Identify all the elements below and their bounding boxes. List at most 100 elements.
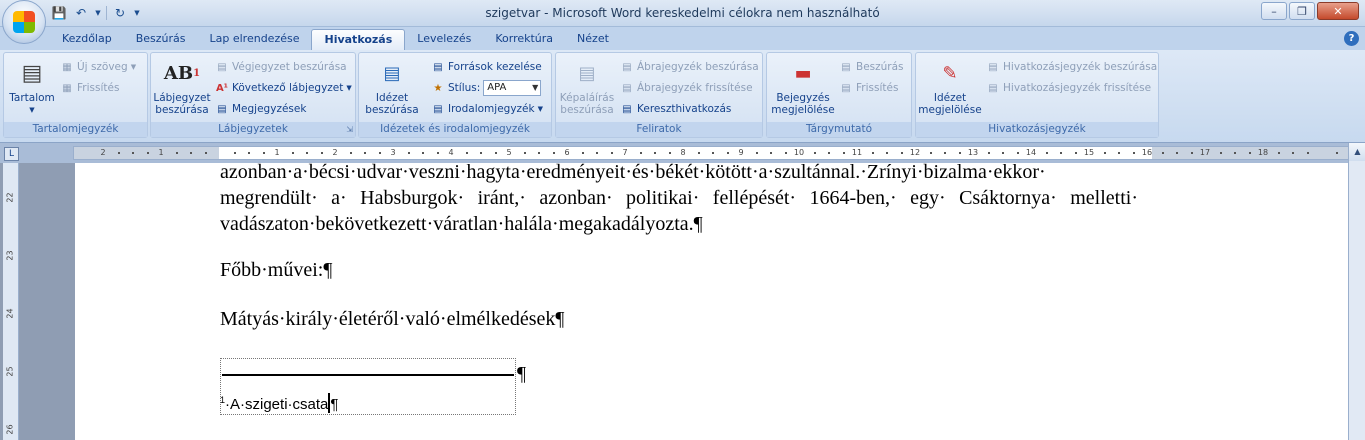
bejegyzes-megjelolese-button[interactable]: ▬ Bejegyzés megjelölése <box>770 59 836 117</box>
ruler-tick <box>929 152 932 154</box>
bibliography-icon: ▤ <box>433 103 443 115</box>
footnote-separator <box>222 374 514 376</box>
kepalairas-label-2: beszúrása <box>560 104 614 116</box>
tab-kezdolap[interactable]: Kezdőlap <box>50 29 124 50</box>
tab-levelezes[interactable]: Levelezés <box>405 29 483 50</box>
ruler-label: 6 <box>564 148 570 157</box>
vegjegyzet-beszurasa-button[interactable]: ▤ Végjegyzet beszúrása <box>215 58 346 76</box>
ruler-tick <box>1161 152 1164 154</box>
abrajegyzek-beszurasa-button[interactable]: ▤ Ábrajegyzék beszúrása <box>620 58 759 76</box>
idezet-label-1: Idézet <box>375 92 409 104</box>
tab-nezet[interactable]: Nézet <box>565 29 621 50</box>
ruler-tick <box>668 152 671 154</box>
ruler-tick <box>422 152 424 154</box>
close-button[interactable]: ✕ <box>1317 2 1359 20</box>
ruler-tick <box>1002 152 1004 154</box>
tab-lap-elrendezese[interactable]: Lap elrendezése <box>198 29 312 50</box>
mark-citation-icon: ✎ <box>942 63 958 84</box>
ruler-tick <box>610 152 613 154</box>
ruler-label: 11 <box>851 148 863 157</box>
work-title-1-text: Mátyás·király·életéről·való·elmélkedések <box>220 308 556 330</box>
hivatkozasjegyzek-frissitese-label: Hivatkozásjegyzék frissítése <box>1003 82 1152 94</box>
ruler-tick <box>770 152 772 154</box>
ruler-tick <box>944 152 946 154</box>
ruler-label: 4 <box>448 148 454 157</box>
index-beszuras-button[interactable]: ▤ Beszúrás <box>839 58 903 76</box>
ruler-tick <box>320 152 323 154</box>
footnote-content: ·A·szigeti·csata <box>225 396 329 413</box>
group-title-feliratok: Feliratok <box>556 122 762 137</box>
hivatkozasjegyzek-frissitese-button[interactable]: ▤ Hivatkozásjegyzék frissítése <box>986 79 1151 97</box>
ruler-tick <box>494 152 497 154</box>
ruler-tick <box>1219 152 1222 154</box>
scroll-up-arrow-icon[interactable]: ▲ <box>1349 143 1365 161</box>
office-logo-icon <box>13 11 35 33</box>
ruler-label: 2 <box>332 148 338 157</box>
abrajegyzek-frissitese-label: Ábrajegyzék frissítése <box>637 82 753 94</box>
abrajegyzek-beszurasa-label: Ábrajegyzék beszúrása <box>637 61 759 73</box>
ruler-label: 14 <box>1025 148 1037 157</box>
stilus-select[interactable]: APA ▼ <box>483 80 542 96</box>
ruler-label: 12 <box>909 148 921 157</box>
group-hivatkozasjegyzek: ✎ Idézet megjelölése ▤ Hivatkozásjegyzék… <box>915 52 1159 138</box>
style-icon: ★ <box>433 82 443 94</box>
minimize-button[interactable]: – <box>1261 2 1287 20</box>
megjegyzesek-label: Megjegyzések <box>232 103 307 115</box>
vertical-scrollbar[interactable]: ▲ <box>1348 143 1365 440</box>
ruler-tick <box>1176 152 1178 154</box>
forrasok-kezelese-button[interactable]: ▤ Források kezelése <box>431 58 541 76</box>
stilus-control: ★ Stílus: APA ▼ <box>431 79 542 97</box>
kereszthivatkozas-button[interactable]: ▤ Kereszthivatkozás <box>620 100 731 118</box>
ruler-tick <box>1234 152 1236 154</box>
dropdown-arrow-icon: ▼ <box>537 105 543 113</box>
labjegyzet-label-2: beszúrása <box>155 104 209 116</box>
document-page[interactable]: azonban·a·bécsi·udvar·veszni·hagyta·ered… <box>75 161 1348 440</box>
ruler-tick <box>175 152 178 154</box>
kepalairas-beszurasa-button[interactable]: ▤ Képaláírás beszúrása <box>558 59 616 117</box>
ruler-label: 3 <box>390 148 396 157</box>
group-idezetek: ▤ Idézet beszúrása ▤ Források kezelése ★… <box>358 52 552 138</box>
idezet-megjelolese-button[interactable]: ✎ Idézet megjelölése <box>918 59 982 117</box>
office-button[interactable] <box>2 0 46 44</box>
kereszthivatkozas-label: Kereszthivatkozás <box>637 103 732 115</box>
toc-frissites-button[interactable]: ▦ Frissítés <box>60 79 119 97</box>
insert-caption-icon: ▤ <box>578 63 596 84</box>
uj-szoveg-button[interactable]: ▦ Új szöveg ▼ <box>60 58 136 76</box>
megjegyzesek-button[interactable]: ▤ Megjegyzések <box>215 100 306 118</box>
tartalom-button[interactable]: ▤ Tartalom ▼ <box>8 59 56 116</box>
update-figures-icon: ▤ <box>622 82 632 94</box>
ruler-tick <box>132 152 134 154</box>
labjegyzet-beszurasa-button[interactable]: AB 1 Lábjegyzet beszúrása <box>153 59 211 117</box>
dialog-launcher-icon[interactable]: ⇲ <box>346 125 353 134</box>
hivatkozasjegyzek-beszurasa-label: Hivatkozásjegyzék beszúrása <box>1003 61 1158 73</box>
ruler-tick <box>900 152 903 154</box>
tab-korrektura[interactable]: Korrektúra <box>483 29 565 50</box>
add-text-icon: ▦ <box>62 61 72 73</box>
help-icon[interactable]: ? <box>1344 31 1359 46</box>
irodalomjegyzek-button[interactable]: ▤ Irodalomjegyzék ▼ <box>431 100 543 118</box>
vertical-ruler-label: 25 <box>5 366 15 377</box>
stilus-value: APA <box>487 82 507 93</box>
ruler-tick <box>654 152 656 154</box>
kovetkezo-labjegyzet-button[interactable]: A¹ Következő lábjegyzet ▼ <box>215 79 352 97</box>
horizontal-ruler[interactable]: 2 1 1 2 3 4 5 6 7 8 9 10 11 12 13 14 15 16 17 18 <box>73 146 1350 160</box>
ruler-tick <box>233 152 236 154</box>
hivatkozasjegyzek-beszurasa-button[interactable]: ▤ Hivatkozásjegyzék beszúrása <box>986 58 1157 76</box>
ruler-tick <box>1074 152 1077 154</box>
abrajegyzek-frissitese-button[interactable]: ▤ Ábrajegyzék frissítése <box>620 79 753 97</box>
pilcrow-mark: ¶ <box>555 308 565 330</box>
idezet-beszurasa-button[interactable]: ▤ Idézet beszúrása <box>363 59 421 117</box>
ruler-tick <box>1248 152 1251 154</box>
ruler-tick <box>712 152 714 154</box>
tab-beszuras[interactable]: Beszúrás <box>124 29 198 50</box>
restore-button[interactable]: ❐ <box>1289 2 1315 20</box>
ribbon-tabs: Kezdőlap Beszúrás Lap elrendezése Hivatk… <box>50 29 621 50</box>
tab-hivatkozas[interactable]: Hivatkozás <box>311 29 406 50</box>
ruler-tick <box>436 152 439 154</box>
group-title-idezetek: Idézetek és irodalomjegyzék <box>359 122 551 137</box>
show-notes-icon: ▤ <box>217 103 227 115</box>
index-frissites-button[interactable]: ▤ Frissítés <box>839 79 898 97</box>
tab-selector-icon[interactable]: L <box>4 147 19 161</box>
ruler-label: 16 <box>1141 148 1153 157</box>
works-heading: Főbb·művei:¶ <box>220 259 332 282</box>
